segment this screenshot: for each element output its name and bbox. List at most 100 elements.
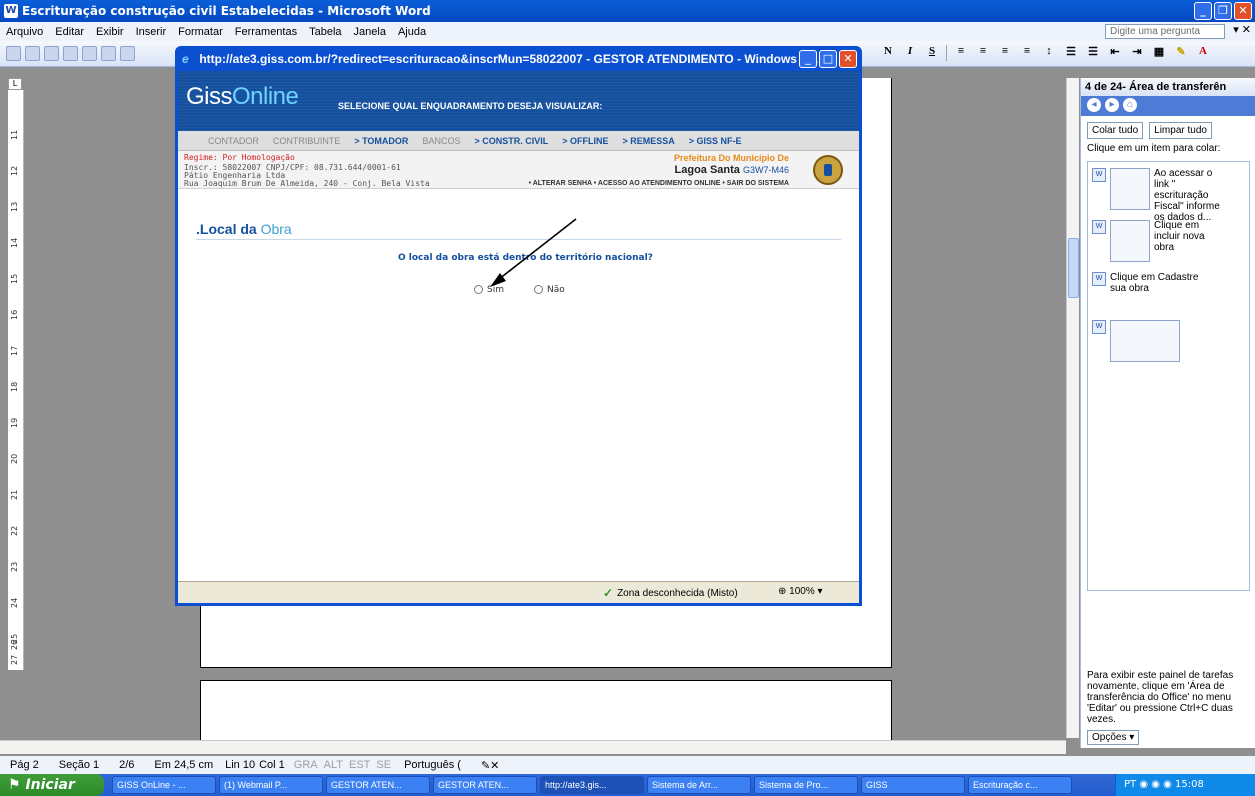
ie-maximize-button[interactable]: □ <box>819 50 837 68</box>
zoom-control[interactable]: ⊕ 100% ▾ <box>778 586 823 597</box>
bullets-icon[interactable]: ☰ <box>1085 45 1101 61</box>
status-language[interactable]: Português ( <box>394 759 471 771</box>
security-zone[interactable]: ✓ Zona desconhecida (Misto) <box>603 586 738 600</box>
ie-title-bar: e http://ate3.giss.com.br/?redirect=escr… <box>178 49 859 71</box>
status-col: Col 1 <box>259 759 285 771</box>
scroll-thumb[interactable] <box>1068 238 1079 298</box>
ruler-number: 12 <box>10 165 19 176</box>
menu-exibir[interactable]: Exibir <box>90 26 130 38</box>
close-doc-icon[interactable]: ▾ ✕ <box>1233 23 1251 36</box>
close-button[interactable]: ✕ <box>1234 2 1252 20</box>
paste-all-button[interactable]: Colar tudo <box>1087 122 1144 139</box>
ie-content: GissOnline SELECIONE QUAL ENQUADRAMENTO … <box>178 71 859 581</box>
word-app-icon: W <box>4 4 18 18</box>
indent-icon[interactable]: ⇤ <box>1107 45 1123 61</box>
save-icon[interactable] <box>44 46 59 61</box>
horizontal-scrollbar[interactable] <box>0 740 1066 754</box>
taskbar-item[interactable]: http://ate3.gis... <box>540 776 644 794</box>
clipboard-item-text: Ao acessar o link " escrituração Fiscal"… <box>1154 168 1220 223</box>
align-center-icon[interactable]: ≡ <box>975 45 991 61</box>
taskbar-item[interactable]: GESTOR ATEN... <box>433 776 537 794</box>
word-title: Escrituração construção civil Estabeleci… <box>22 4 431 18</box>
status-mode-trk[interactable]: ALT <box>321 759 346 771</box>
tab-selector[interactable]: L <box>8 78 22 90</box>
clipboard-thumbnail <box>1110 220 1150 262</box>
check-icon: ✓ <box>603 586 614 600</box>
menu-arquivo[interactable]: Arquivo <box>0 26 49 38</box>
print-icon[interactable] <box>82 46 97 61</box>
clear-all-button[interactable]: Limpar tudo <box>1149 122 1212 139</box>
ruler-number: 26 <box>10 639 19 650</box>
minimize-button[interactable]: _ <box>1194 2 1212 20</box>
clipboard-item[interactable]: W Clique em Cadastre sua obra <box>1092 272 1200 294</box>
back-icon[interactable]: ◂ <box>1087 98 1101 112</box>
outdent-icon[interactable]: ⇥ <box>1129 45 1145 61</box>
justify-icon[interactable]: ≡ <box>1019 45 1035 61</box>
ruler-number: 16 <box>10 309 19 320</box>
home-icon[interactable]: ⌂ <box>1123 98 1137 112</box>
start-button[interactable]: ⚑ Iniciar <box>0 774 104 796</box>
clipboard-item[interactable]: W Ao acessar o link " escrituração Fisca… <box>1092 168 1224 223</box>
word-menubar: Arquivo Editar Exibir Inserir Formatar F… <box>0 22 1255 41</box>
task-pane-title[interactable]: 4 de 24- Área de transferên <box>1081 78 1255 96</box>
restore-button[interactable]: ❐ <box>1214 2 1232 20</box>
taskbar-item[interactable]: GISS OnLine - ... <box>112 776 216 794</box>
line-spacing-icon[interactable]: ↕ <box>1041 45 1057 61</box>
underline-button[interactable]: S <box>924 45 940 61</box>
status-mode-rec[interactable]: GRA <box>291 759 321 771</box>
menu-janela[interactable]: Janela <box>348 26 392 38</box>
ruler-number: 20 <box>10 453 19 464</box>
status-position: Em 24,5 cm <box>154 759 214 771</box>
clipboard-item[interactable]: W Clique em incluir nova obra <box>1092 220 1224 262</box>
menu-tabela[interactable]: Tabela <box>303 26 347 38</box>
tray-icons[interactable]: ◉ ◉ ◉ <box>1139 779 1175 790</box>
taskbar-item[interactable]: (1) Webmail P... <box>219 776 323 794</box>
font-color-icon[interactable]: A <box>1195 45 1211 61</box>
clipboard-item[interactable]: W <box>1092 320 1180 362</box>
toolbar-separator <box>946 45 947 61</box>
spelling-icon[interactable] <box>120 46 135 61</box>
open-icon[interactable] <box>25 46 40 61</box>
options-button[interactable]: Opções ▾ <box>1087 730 1140 745</box>
ruler-number: 15 <box>10 273 19 284</box>
permission-icon[interactable] <box>63 46 78 61</box>
menu-formatar[interactable]: Formatar <box>172 26 229 38</box>
help-question-input[interactable]: Digite uma pergunta <box>1105 24 1225 39</box>
status-line: Lin 10 <box>225 759 256 771</box>
border-icon[interactable]: ▦ <box>1151 45 1167 61</box>
word-doc-icon: W <box>1092 320 1106 334</box>
italic-button[interactable]: I <box>902 45 918 61</box>
ie-minimize-button[interactable]: _ <box>799 50 817 68</box>
numbering-icon[interactable]: ☰ <box>1063 45 1079 61</box>
language-indicator[interactable]: PT <box>1124 779 1136 790</box>
taskbar-item[interactable]: Sistema de Arr... <box>647 776 751 794</box>
taskbar-item[interactable]: GESTOR ATEN... <box>326 776 430 794</box>
align-right-icon[interactable]: ≡ <box>997 45 1013 61</box>
vertical-ruler: 11 12 13 14 15 16 17 18 19 20 21 22 23 2… <box>8 90 24 670</box>
taskbar-item[interactable]: GISS <box>861 776 965 794</box>
menu-inserir[interactable]: Inserir <box>130 26 173 38</box>
align-left-icon[interactable]: ≡ <box>953 45 969 61</box>
status-mode-ext[interactable]: EST <box>346 759 373 771</box>
menu-editar[interactable]: Editar <box>49 26 90 38</box>
ruler-number: 24 <box>10 597 19 608</box>
ruler-number: 17 <box>10 345 19 356</box>
bold-button[interactable]: N <box>880 45 896 61</box>
taskbar-item[interactable]: Escrituração c... <box>968 776 1072 794</box>
word-doc-icon: W <box>1092 220 1106 234</box>
zone-label: Zona desconhecida (Misto) <box>617 587 738 599</box>
windows-taskbar: ⚑ Iniciar GISS OnLine - ... (1) Webmail … <box>0 774 1255 796</box>
menu-ferramentas[interactable]: Ferramentas <box>229 26 303 38</box>
ie-status-bar: ✓ Zona desconhecida (Misto) ⊕ 100% ▾ <box>178 581 859 603</box>
status-mode-ovr[interactable]: SE <box>373 759 394 771</box>
forward-icon[interactable]: ▸ <box>1105 98 1119 112</box>
new-doc-icon[interactable] <box>6 46 21 61</box>
taskbar-item[interactable]: Sistema de Pro... <box>754 776 858 794</box>
vertical-scrollbar[interactable] <box>1066 78 1079 738</box>
ie-close-button[interactable]: ✕ <box>839 50 857 68</box>
spelling-status-icon[interactable]: ✎✕ <box>471 759 509 772</box>
menu-ajuda[interactable]: Ajuda <box>392 26 432 38</box>
annotation-arrow <box>490 218 577 287</box>
print-preview-icon[interactable] <box>101 46 116 61</box>
highlight-icon[interactable]: ✎ <box>1173 45 1189 61</box>
